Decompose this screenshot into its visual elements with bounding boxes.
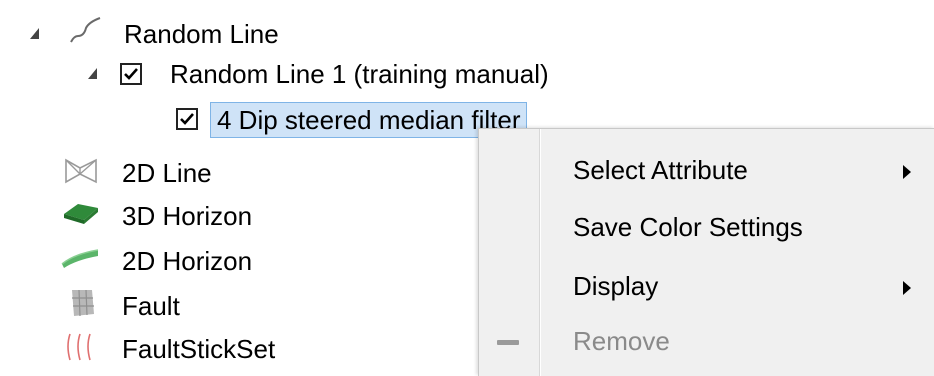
tree-item-random-line-1[interactable]: Random Line 1 (training manual): [170, 59, 549, 89]
2d-line-icon: [65, 158, 97, 184]
expand-arrow-random-line[interactable]: [30, 28, 39, 39]
menu-item-remove[interactable]: Remove: [479, 314, 934, 370]
faultstickset-icon: [67, 333, 91, 361]
2d-horizon-icon: [61, 249, 99, 268]
menu-item-save-color-settings[interactable]: Save Color Settings: [479, 200, 934, 256]
checkmark-icon: [180, 113, 194, 125]
tree-item-3d-horizon[interactable]: 3D Horizon: [122, 201, 252, 231]
checkbox-random-line-1[interactable]: [120, 63, 142, 85]
tree-item-2d-line[interactable]: 2D Line: [122, 158, 212, 188]
remove-icon: [497, 340, 519, 345]
random-line-icon: [70, 17, 101, 43]
checkbox-dip-filter[interactable]: [176, 108, 198, 130]
menu-item-label: Save Color Settings: [573, 212, 803, 242]
tree-item-2d-horizon[interactable]: 2D Horizon: [122, 246, 252, 276]
menu-item-label: Select Attribute: [573, 155, 748, 185]
menu-item-label: Display: [573, 271, 659, 301]
menu-item-label: Remove: [573, 326, 670, 356]
expand-arrow-random-line-1[interactable]: [88, 68, 97, 79]
checkmark-icon: [124, 68, 138, 80]
tree-item-fault[interactable]: Fault: [122, 291, 180, 321]
submenu-arrow-icon: [903, 165, 911, 179]
menu-item-display[interactable]: Display: [479, 257, 934, 313]
menu-item-select-attribute[interactable]: Select Attribute: [479, 143, 934, 199]
tree-item-faultstickset[interactable]: FaultStickSet: [122, 334, 275, 364]
3d-horizon-icon: [64, 204, 98, 224]
fault-icon: [72, 289, 94, 317]
context-menu: Select Attribute Save Color Settings Dis…: [478, 128, 934, 376]
tree-item-random-line[interactable]: Random Line: [124, 19, 279, 49]
submenu-arrow-icon: [903, 281, 911, 295]
